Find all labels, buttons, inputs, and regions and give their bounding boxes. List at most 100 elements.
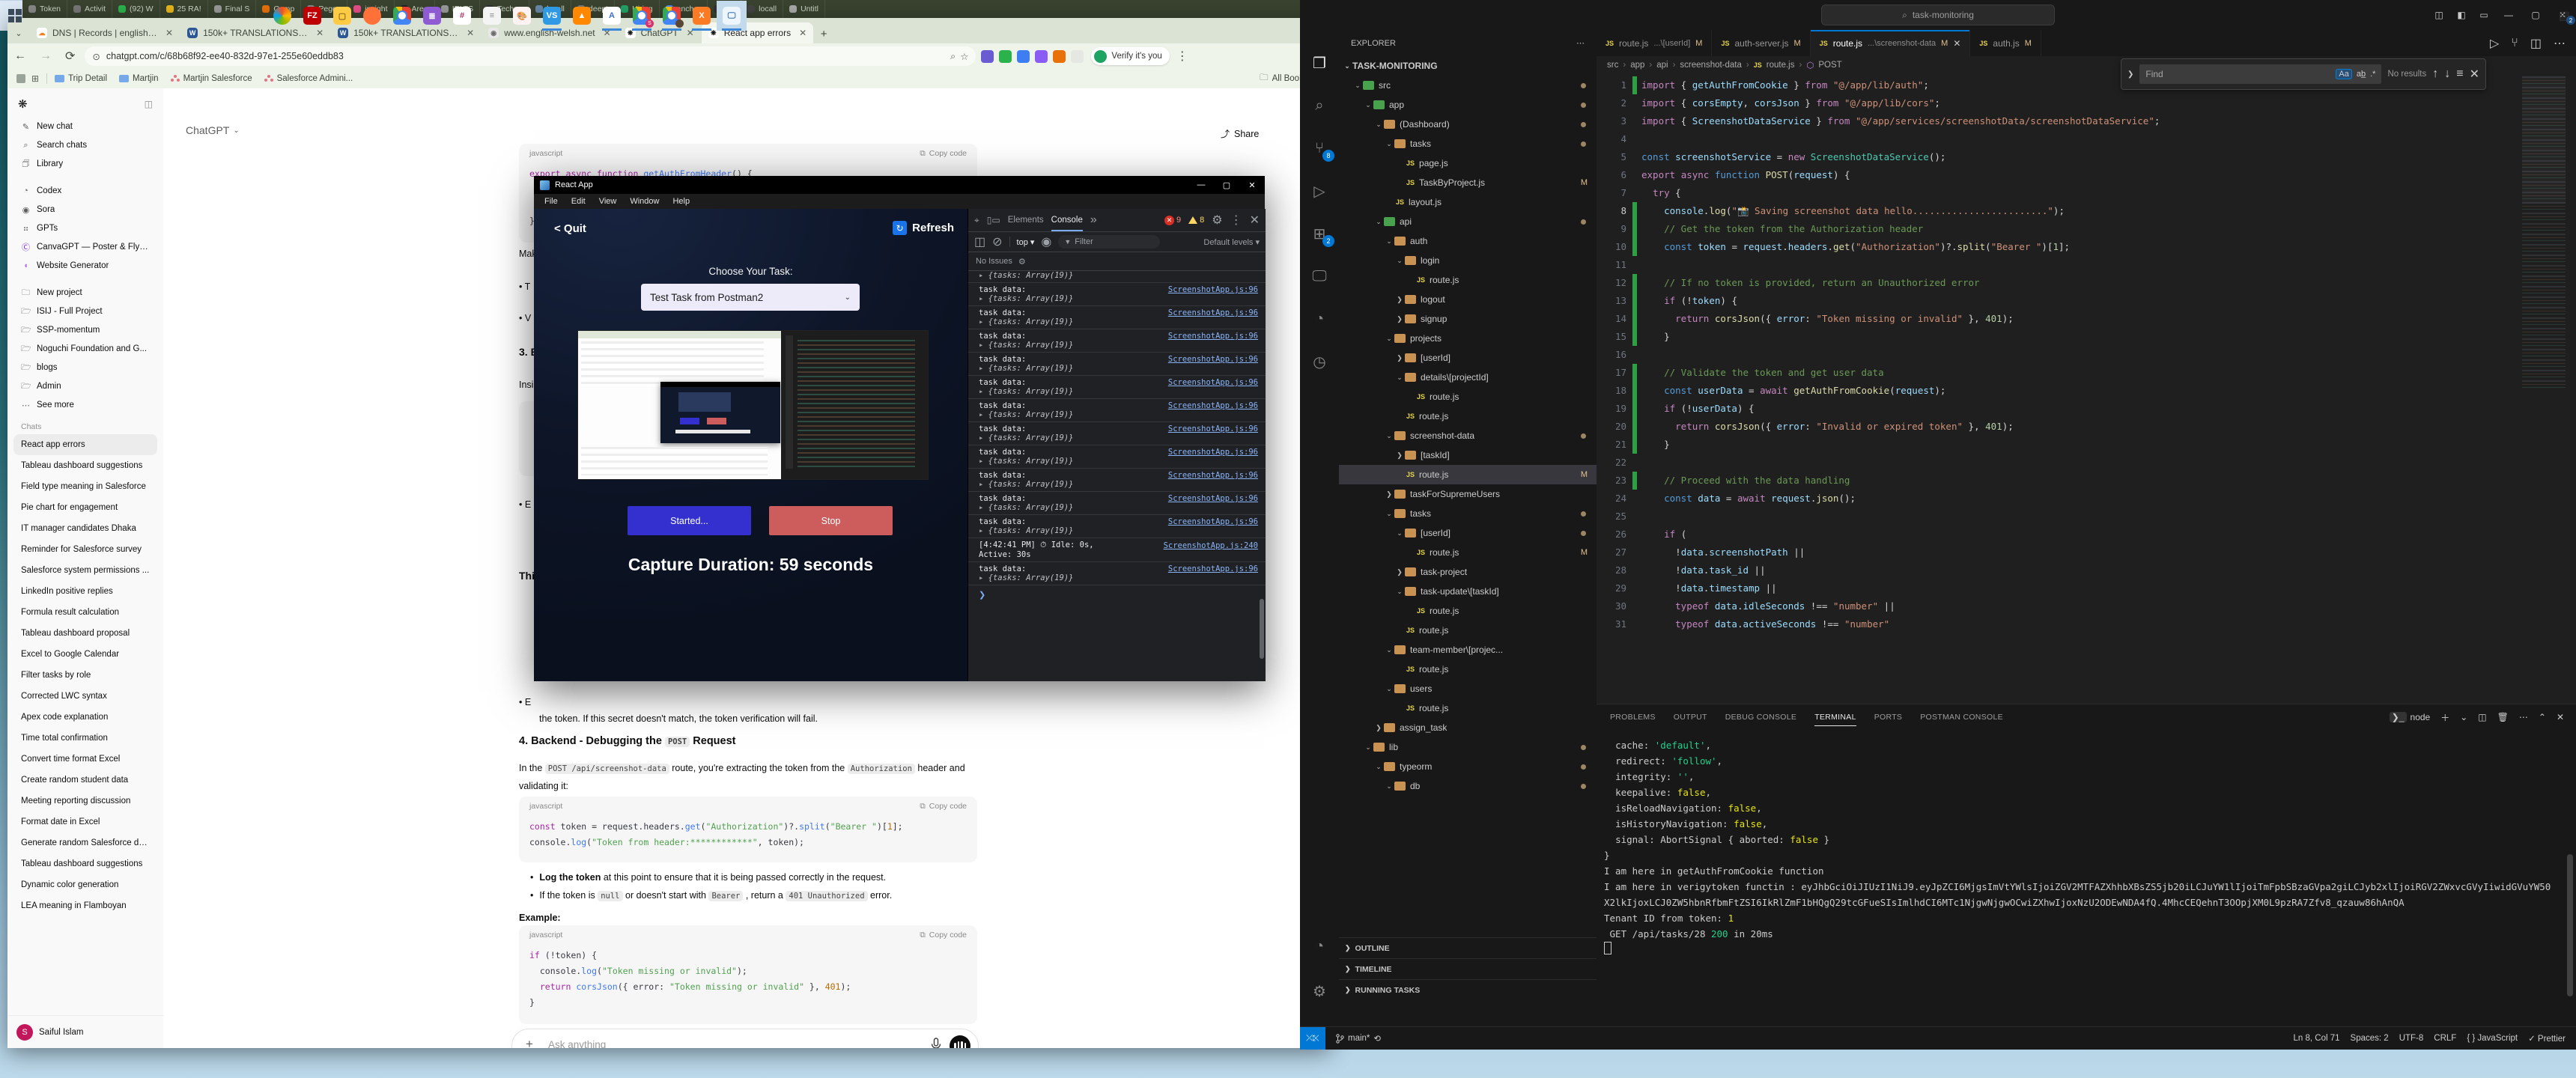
taskbar-chrome[interactable] <box>387 1 417 31</box>
log-expandable[interactable]: ▸ {tasks: Array(19)} <box>979 503 1258 512</box>
sidebar-project-item[interactable]: 🗁Admin <box>13 377 157 395</box>
remote-indicator[interactable]: ⤫⤪ <box>1300 1027 1325 1050</box>
source-link[interactable]: ScreenshotApp.js:96 <box>1168 494 1258 503</box>
panel-tab-problems[interactable]: PROBLEMS <box>1610 704 1656 730</box>
address-bar[interactable]: ⊙ chatgpt.com/c/68b68f92-ee40-832d-97e1-… <box>85 46 976 66</box>
tree-item[interactable]: ⌄api <box>1339 212 1597 231</box>
close-panel-icon[interactable]: ✕ <box>2557 712 2564 722</box>
command-center-search[interactable]: ⌕task-monitoring <box>1821 4 2055 25</box>
log-expandable[interactable]: ▸ {tasks: Array(19)} <box>979 387 1258 396</box>
new-terminal-icon[interactable]: ＋ <box>2440 711 2449 724</box>
chat-history-item[interactable]: Salesforce system permissions ... <box>13 560 157 581</box>
devtools-tab-console[interactable]: Console <box>1051 209 1083 231</box>
extension-icon[interactable] <box>981 50 994 63</box>
tree-item[interactable]: JSroute.js <box>1339 406 1597 426</box>
bookmark-item[interactable]: Martjin <box>119 74 159 83</box>
tree-item[interactable]: ⌄login <box>1339 251 1597 270</box>
git-branch-indicator[interactable]: main* ⟲ <box>1336 1033 1381 1044</box>
source-link[interactable]: ScreenshotApp.js:96 <box>1168 424 1258 433</box>
tree-item[interactable]: ⌄(Dashboard) <box>1339 115 1597 134</box>
tree-item[interactable]: ⌄src <box>1339 76 1597 95</box>
split-editor-icon[interactable]: ◫ <box>2530 36 2542 51</box>
menu-view[interactable]: View <box>599 197 617 206</box>
tree-item[interactable]: ⌄typeorm <box>1339 757 1597 776</box>
background-tab[interactable]: Untitl <box>783 0 825 18</box>
openai-logo-icon[interactable]: ❋ <box>18 97 28 111</box>
taskbar-filezilla[interactable]: FZ <box>297 1 327 31</box>
console-log-entry[interactable]: task data:ScreenshotApp.js:96▸ {tasks: A… <box>968 445 1266 469</box>
activity-live-server-icon[interactable]: ◷ <box>1300 344 1339 380</box>
tree-item[interactable]: ❯task-project <box>1339 562 1597 582</box>
tree-item[interactable]: ⌄details\[projectId] <box>1339 368 1597 387</box>
source-link[interactable]: ScreenshotApp.js:96 <box>1168 401 1258 410</box>
chat-history-item[interactable]: Filter tasks by role <box>13 665 157 686</box>
find-prev-icon[interactable]: ↑ <box>2432 67 2438 81</box>
react-app-titlebar[interactable]: React App — ▢ ✕ <box>534 176 1265 194</box>
minimize-button[interactable]: — <box>1188 180 1214 190</box>
editor-tab[interactable]: JSauth-server.jsM <box>1712 30 1810 56</box>
tree-item[interactable]: ⌄[userId] <box>1339 523 1597 543</box>
tree-item[interactable]: JSroute.js <box>1339 621 1597 640</box>
run-file-icon[interactable]: ▷ <box>2490 36 2499 51</box>
sidebar-app-item[interactable]: ◔Codex <box>13 182 157 200</box>
stop-button[interactable]: Stop <box>769 506 893 535</box>
copy-code-button[interactable]: ⧉Copy code <box>920 149 967 159</box>
match-case-toggle[interactable]: Aa <box>2336 69 2351 79</box>
taskbar-chrome-avatar[interactable] <box>657 1 687 31</box>
log-expandable[interactable]: ▸ {tasks: Array(19)} <box>979 410 1258 419</box>
chat-history-item[interactable]: React app errors <box>13 434 157 455</box>
tree-item[interactable]: JSTaskByProject.jsM <box>1339 173 1597 192</box>
mic-icon[interactable] <box>930 1038 942 1048</box>
composer[interactable]: + Ask anything <box>511 1029 979 1048</box>
log-expandable[interactable]: ▸ {tasks: Array(19)} <box>979 317 1258 326</box>
find-close-icon[interactable]: ✕ <box>2470 67 2479 82</box>
log-levels-selector[interactable]: Default levels ▾ <box>1203 237 1260 247</box>
regex-toggle[interactable]: .* <box>2370 70 2375 79</box>
find-expand-icon[interactable]: ❯ <box>2127 70 2133 79</box>
source-link[interactable]: ScreenshotApp.js:96 <box>1168 355 1258 364</box>
menu-help[interactable]: Help <box>672 197 690 206</box>
kill-terminal-icon[interactable]: 🗑 <box>2497 712 2509 722</box>
tree-item[interactable]: JSroute.js <box>1339 660 1597 679</box>
console-log-entry[interactable]: ▸ {tasks: Array(19)} <box>968 269 1266 283</box>
status-prettier-status[interactable]: ✓ Prettier <box>2528 1033 2566 1044</box>
background-tab[interactable]: Final S <box>208 0 257 18</box>
console-prompt[interactable]: ❯ <box>968 585 1266 604</box>
more-tabs-icon[interactable]: » <box>1090 213 1097 227</box>
terminal-scrollbar-thumb[interactable] <box>2567 854 2573 996</box>
source-link[interactable]: ScreenshotApp.js:96 <box>1168 564 1258 573</box>
chat-history-item[interactable]: Convert time format Excel <box>13 749 157 770</box>
tree-item[interactable]: ⌄app <box>1339 95 1597 115</box>
devtools-tab-elements[interactable]: Elements <box>1008 209 1044 231</box>
tree-item[interactable]: ❯taskForSupremeUsers <box>1339 484 1597 504</box>
taskbar-copilot[interactable] <box>267 1 297 31</box>
share-button[interactable]: ⤴Share <box>1221 127 1259 140</box>
devtools-scrollbar-thumb[interactable] <box>1260 599 1264 659</box>
source-link[interactable]: ScreenshotApp.js:96 <box>1168 308 1258 317</box>
background-tab[interactable]: Activit <box>67 0 112 18</box>
sidebar-project-item[interactable]: 🗁blogs <box>13 359 157 377</box>
editor-tab[interactable]: JSroute.js...\screenshot-dataM✕ <box>1811 30 1971 56</box>
taskbar-winrar[interactable]: ≣ <box>417 1 447 31</box>
console-sidebar-icon[interactable]: ◫ <box>974 234 985 249</box>
console-log-entry[interactable]: task data:ScreenshotApp.js:96▸ {tasks: A… <box>968 515 1266 538</box>
error-badge[interactable]: ✕9 <box>1164 216 1181 225</box>
activity-debug-icon[interactable]: ▷ <box>1300 173 1339 209</box>
menu-file[interactable]: File <box>544 197 558 206</box>
log-expandable[interactable]: ▸ {tasks: Array(19)} <box>979 364 1258 373</box>
source-link[interactable]: ScreenshotApp.js:96 <box>1168 378 1258 387</box>
refresh-button[interactable]: ↻ Refresh <box>893 221 954 235</box>
tree-item[interactable]: JSlayout.js <box>1339 192 1597 212</box>
maximize-panel-icon[interactable]: ⌃ <box>2539 712 2546 722</box>
taskbar-vscode[interactable]: VS <box>537 1 567 31</box>
sidebar-app-item[interactable]: ◖Website Generator <box>13 257 157 275</box>
console-filter-input[interactable]: ▼Filter <box>1058 235 1160 249</box>
tab-close-icon[interactable]: ✕ <box>799 28 806 38</box>
search-in-page-icon[interactable]: ⌕ <box>950 51 956 62</box>
chat-history-item[interactable]: Generate random Salesforce data <box>13 832 157 853</box>
log-expandable[interactable]: ▸ {tasks: Array(19)} <box>979 433 1258 442</box>
inspect-icon[interactable]: ⌖ <box>974 215 979 226</box>
tree-item[interactable]: ⌄users <box>1339 679 1597 698</box>
activity-scm-icon[interactable]: ⑂8 <box>1300 130 1339 166</box>
chat-history-item[interactable]: Tableau dashboard proposal <box>13 623 157 644</box>
